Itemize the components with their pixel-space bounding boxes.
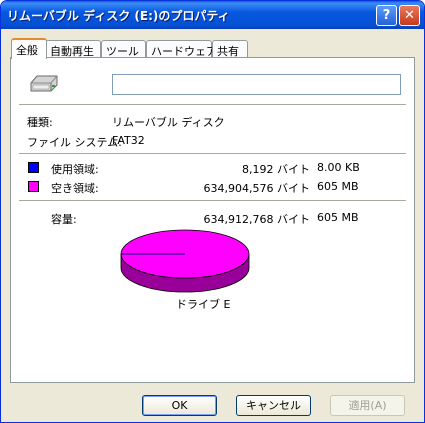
- used-space-size: 8.00 KB: [317, 161, 360, 174]
- window-title: リムーバブル ディスク (E:)のプロパティ: [7, 9, 230, 23]
- used-space-label: 使用領域:: [51, 163, 99, 176]
- ok-button[interactable]: OK: [142, 395, 217, 416]
- tab-hardware[interactable]: ハードウェア: [146, 40, 217, 58]
- removable-drive-icon: [30, 75, 58, 92]
- free-space-swatch: [28, 181, 39, 192]
- free-space-bytes: 634,904,576 バイト: [203, 182, 310, 195]
- free-space-size: 605 MB: [317, 180, 359, 193]
- free-space-label: 空き領域:: [51, 182, 99, 195]
- properties-window: リムーバブル ディスク (E:)のプロパティ ? ✕ 自動再生 ツール ハードウ…: [0, 0, 425, 423]
- used-space-swatch: [28, 162, 39, 173]
- cancel-button[interactable]: キャンセル: [236, 395, 311, 416]
- tab-autoplay[interactable]: 自動再生: [45, 40, 101, 58]
- filesystem-value: FAT32: [112, 134, 145, 147]
- general-panel: 種類: リムーバブル ディスク ファイル システム: FAT32 使用領域: 8…: [10, 57, 415, 383]
- type-value: リムーバブル ディスク: [112, 116, 225, 129]
- help-button[interactable]: ?: [376, 5, 397, 26]
- drive-label-input[interactable]: [112, 74, 401, 95]
- type-label: 種類:: [27, 116, 53, 129]
- disk-usage-pie: [120, 229, 250, 293]
- tab-tools[interactable]: ツール: [101, 40, 146, 58]
- close-button[interactable]: ✕: [399, 5, 420, 26]
- used-space-bytes: 8,192 バイト: [242, 163, 310, 176]
- tab-general[interactable]: 全般: [11, 38, 47, 59]
- drive-letter-label: ドライブ E: [176, 298, 231, 311]
- capacity-bytes: 634,912,768 バイト: [203, 213, 310, 226]
- filesystem-label: ファイル システム:: [27, 136, 122, 149]
- capacity-size: 605 MB: [317, 211, 359, 224]
- apply-button[interactable]: 適用(A): [330, 395, 405, 416]
- capacity-label: 容量:: [51, 213, 77, 226]
- separator: [19, 153, 406, 154]
- separator: [19, 200, 406, 201]
- tab-sharing[interactable]: 共有: [212, 40, 248, 58]
- separator: [19, 104, 406, 105]
- title-bar[interactable]: リムーバブル ディスク (E:)のプロパティ ? ✕: [1, 1, 424, 29]
